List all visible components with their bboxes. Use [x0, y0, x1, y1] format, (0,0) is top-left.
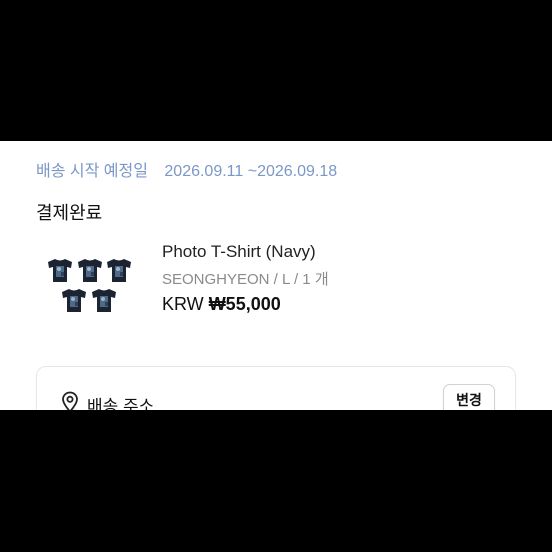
change-address-button[interactable]: 변경 — [443, 384, 495, 410]
product-thumbnail[interactable] — [40, 241, 140, 323]
shipping-date-range: 2026.09.11 ~2026.09.18 — [164, 163, 338, 180]
shipping-address-card: 배송 주소 변경 — [36, 366, 516, 410]
shipping-address-label: 배송 주소 — [87, 397, 155, 410]
price-currency: KRW — [162, 294, 204, 314]
shipping-start-date: 배송 시작 예정일 2026.09.11 ~2026.09.18 — [36, 157, 337, 181]
product-options: SEONGHYEON / L / 1 개 — [162, 271, 329, 288]
price-amount: ₩55,000 — [208, 294, 281, 314]
product-name[interactable]: Photo T-Shirt (Navy) — [162, 242, 316, 262]
order-detail-screen: 배송 시작 예정일 2026.09.11 ~2026.09.18 결제완료 Ph… — [0, 141, 552, 410]
location-pin-icon — [62, 391, 78, 410]
tshirt-photo-thumbnail-icon — [48, 259, 131, 312]
product-price: KRW ₩55,000 — [162, 294, 281, 315]
order-status: 결제완료 — [36, 203, 103, 223]
shipping-date-label: 배송 시작 예정일 — [36, 163, 148, 180]
